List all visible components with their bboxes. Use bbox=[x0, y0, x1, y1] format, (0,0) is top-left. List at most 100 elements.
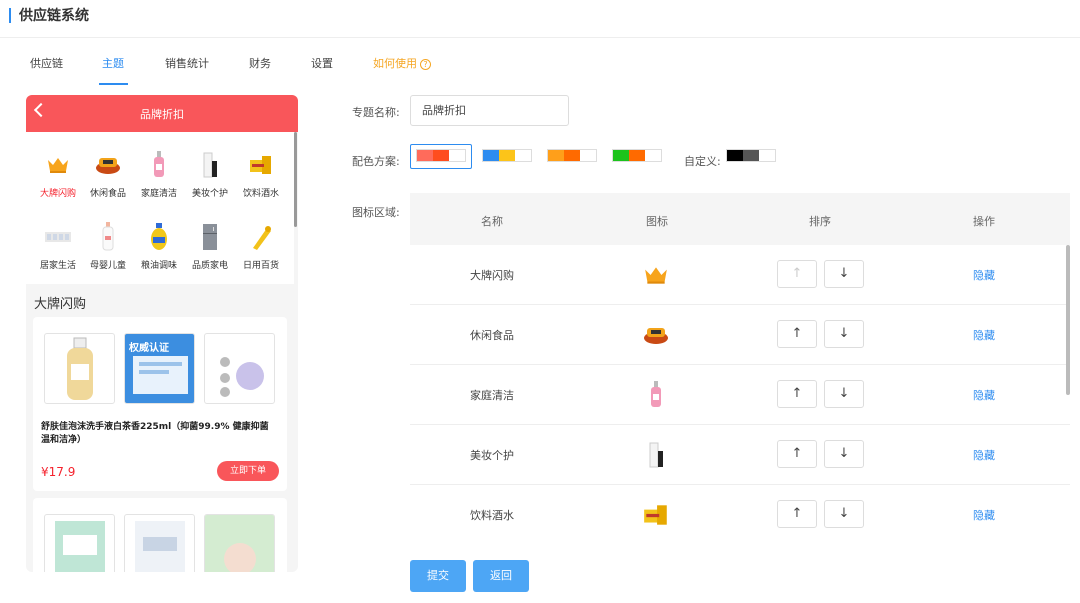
swatch-color bbox=[483, 150, 499, 161]
tab-how-to-use-label: 如何使用 bbox=[373, 57, 417, 70]
submit-button[interactable]: 提交 bbox=[410, 560, 466, 592]
preview-scrollbar[interactable] bbox=[294, 132, 297, 227]
product-thumbnail[interactable] bbox=[44, 514, 115, 572]
snack-icon bbox=[641, 320, 671, 350]
row-name: 休闲食品 bbox=[470, 329, 514, 342]
move-up-button[interactable]: ↑ bbox=[777, 440, 817, 468]
buy-now-button[interactable]: 立即下单 bbox=[217, 461, 279, 481]
move-down-button[interactable]: ↓ bbox=[824, 260, 864, 288]
app-title: 供应链系统 bbox=[19, 8, 89, 24]
color-scheme-option-3[interactable] bbox=[541, 144, 603, 169]
tab-supply-chain[interactable]: 供应链 bbox=[30, 55, 63, 71]
refill-pack-icon bbox=[55, 521, 105, 572]
tab-sales-stats[interactable]: 销售统计 bbox=[165, 55, 209, 71]
help-circle-icon: ? bbox=[420, 59, 431, 70]
swatch-color bbox=[613, 150, 629, 161]
row-name: 家庭清洁 bbox=[470, 389, 514, 402]
swatch-color bbox=[499, 150, 515, 161]
category-item[interactable]: 日用百货 bbox=[234, 222, 288, 271]
category-label: 大牌闪购 bbox=[39, 189, 76, 199]
product-card[interactable] bbox=[33, 498, 287, 572]
category-item[interactable]: 饮料酒水 bbox=[234, 150, 288, 199]
back-button[interactable]: 返回 bbox=[473, 560, 529, 592]
swatch-color bbox=[727, 150, 743, 161]
preview-title: 品牌折扣 bbox=[140, 108, 184, 121]
category-item[interactable]: 大牌闪购 bbox=[31, 150, 85, 199]
category-item[interactable]: 母婴儿童 bbox=[81, 222, 135, 271]
category-label: 休闲食品 bbox=[89, 189, 126, 199]
table-row: 家庭清洁 ↑ ↓ 隐藏 bbox=[410, 365, 1070, 425]
topic-name-label: 专题名称: bbox=[352, 106, 400, 119]
move-down-button[interactable]: ↓ bbox=[824, 320, 864, 348]
tab-finance[interactable]: 财务 bbox=[249, 55, 271, 71]
category-label: 品质家电 bbox=[191, 261, 228, 271]
table-row: 饮料酒水 ↑ ↓ 隐藏 bbox=[410, 485, 1070, 543]
category-item[interactable]: 休闲食品 bbox=[81, 150, 135, 199]
baby-bottle-icon bbox=[81, 222, 135, 252]
custom-color-option[interactable] bbox=[720, 144, 782, 169]
color-swatch bbox=[416, 149, 466, 162]
color-swatch bbox=[726, 149, 776, 162]
product-card[interactable]: 权威认证 舒肤佳泡沫洗手液白茶香225ml（抑菌99.9% 健康抑菌温和洁净） … bbox=[33, 317, 287, 491]
icon-area-table: 名称 图标 排序 操作 大牌闪购 ↑ ↓ 隐藏 休闲食品 ↑ ↓ 隐藏 家庭清洁… bbox=[410, 193, 1070, 543]
fridge-icon bbox=[183, 222, 237, 252]
move-up-button[interactable]: ↑ bbox=[777, 500, 817, 528]
tab-theme[interactable]: 主题 bbox=[102, 55, 124, 71]
hide-link[interactable]: 隐藏 bbox=[973, 267, 995, 283]
product-thumbnail[interactable] bbox=[124, 514, 195, 572]
category-label: 粮油调味 bbox=[140, 261, 177, 271]
active-tab-underline bbox=[99, 83, 128, 85]
category-item[interactable]: 家庭清洁 bbox=[132, 150, 186, 199]
thumbnail-badge: 权威认证 bbox=[129, 343, 169, 354]
move-down-button[interactable]: ↓ bbox=[824, 380, 864, 408]
title-accent-bar bbox=[9, 8, 11, 23]
color-scheme-option-2[interactable] bbox=[476, 144, 538, 169]
category-label: 居家生活 bbox=[39, 261, 76, 271]
category-item[interactable]: 美妆个护 bbox=[183, 150, 237, 199]
tab-settings[interactable]: 设置 bbox=[311, 55, 333, 71]
drink-box-icon bbox=[234, 150, 288, 180]
category-label: 母婴儿童 bbox=[89, 261, 126, 271]
cosmetic-tube-icon bbox=[183, 150, 237, 180]
mobile-preview: 品牌折扣 大牌闪购 休闲食品 家庭清洁 美妆个护 饮料酒水 居家生活 母婴儿童 … bbox=[26, 95, 298, 572]
table-header: 名称 图标 排序 操作 bbox=[410, 193, 1070, 245]
move-up-button[interactable]: ↑ bbox=[777, 380, 817, 408]
move-down-button[interactable]: ↓ bbox=[824, 500, 864, 528]
move-up-button[interactable]: ↑ bbox=[777, 260, 817, 288]
product-thumbnail[interactable] bbox=[204, 514, 275, 572]
hide-link[interactable]: 隐藏 bbox=[973, 327, 995, 343]
cleaner-bottle-icon bbox=[132, 150, 186, 180]
swatch-color bbox=[759, 150, 775, 161]
hide-link[interactable]: 隐藏 bbox=[973, 507, 995, 523]
hide-link[interactable]: 隐藏 bbox=[973, 447, 995, 463]
crown-icon bbox=[641, 260, 671, 290]
top-bar: 供应链系统 bbox=[0, 0, 1080, 38]
swatch-color bbox=[629, 150, 645, 161]
category-label: 饮料酒水 bbox=[242, 189, 279, 199]
table-row: 美妆个护 ↑ ↓ 隐藏 bbox=[410, 425, 1070, 485]
product-price: ¥17.9 bbox=[41, 465, 76, 479]
cosmetic-tube-icon bbox=[641, 440, 671, 470]
product-thumbnail[interactable] bbox=[204, 333, 275, 404]
daily-goods-icon bbox=[234, 222, 288, 252]
topic-name-input[interactable]: 品牌折扣 bbox=[410, 95, 569, 126]
category-label: 美妆个护 bbox=[191, 189, 228, 199]
main-tabs: 供应链 主题 销售统计 财务 设置 如何使用? bbox=[0, 39, 1080, 86]
color-scheme-option-4[interactable] bbox=[606, 144, 668, 169]
color-scheme-option-1[interactable] bbox=[410, 144, 472, 169]
product-thumbnail[interactable] bbox=[44, 333, 115, 404]
refill-pack-icon bbox=[205, 515, 274, 572]
category-item[interactable]: 居家生活 bbox=[31, 222, 85, 271]
tab-how-to-use[interactable]: 如何使用? bbox=[373, 55, 431, 71]
move-up-button[interactable]: ↑ bbox=[777, 320, 817, 348]
category-item[interactable]: 粮油调味 bbox=[132, 222, 186, 271]
refill-pack-icon bbox=[135, 521, 185, 572]
column-header-sort: 排序 bbox=[809, 215, 831, 228]
hide-link[interactable]: 隐藏 bbox=[973, 387, 995, 403]
category-item[interactable]: 品质家电 bbox=[183, 222, 237, 271]
product-thumbnail[interactable]: 权威认证 bbox=[124, 333, 195, 404]
move-down-button[interactable]: ↓ bbox=[824, 440, 864, 468]
table-scrollbar[interactable] bbox=[1066, 245, 1070, 395]
swatch-color bbox=[433, 150, 449, 161]
swatch-color bbox=[743, 150, 759, 161]
